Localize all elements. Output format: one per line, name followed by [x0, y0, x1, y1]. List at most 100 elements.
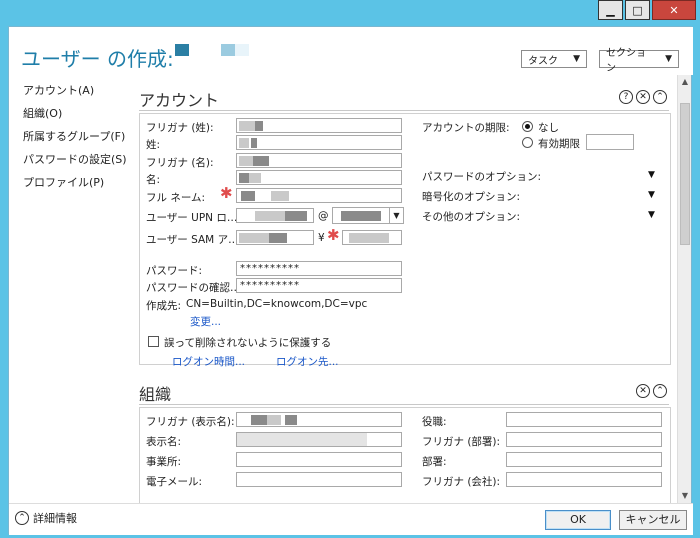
furigana-first-field[interactable] [236, 153, 402, 168]
upn-suffix-dropdown[interactable]: ▼ [332, 207, 404, 224]
required-asterisk-icon: ✱ [327, 226, 340, 244]
redaction-block [241, 191, 255, 201]
furigana-last-label: フリガナ (姓): [146, 122, 214, 134]
password-label: パスワード: [146, 265, 203, 277]
email-label: 電子メール: [146, 476, 203, 488]
collapse-icon[interactable]: ⌃ [653, 384, 667, 398]
header: ユーザー の作成: タスク ▼ セクション ▼ [9, 27, 693, 75]
redaction-block [235, 44, 249, 56]
sam-name-field[interactable] [342, 230, 402, 245]
expand-up-icon: ⌃ [15, 511, 29, 525]
full-name-label: フル ネーム: [146, 192, 206, 204]
created-in-label: 作成先: [146, 300, 182, 312]
account-section-header: アカウント ? ✕ ⌃ [139, 81, 669, 111]
task-label: タスク [528, 55, 558, 67]
scrollbar-thumb[interactable] [680, 103, 690, 245]
vertical-scrollbar[interactable]: ▲ ▼ [677, 75, 691, 503]
password-options-label: パスワードのオプション: [422, 171, 542, 183]
maximize-button[interactable]: □ [625, 0, 650, 20]
password-field[interactable]: ********** [236, 261, 402, 276]
sidebar-item-profile[interactable]: プロファイル(P) [9, 171, 133, 194]
dropdown-arrow-icon: ▼ [665, 54, 672, 64]
full-name-field[interactable] [236, 188, 402, 203]
redaction-block [271, 191, 289, 201]
close-section-icon[interactable]: ✕ [636, 384, 650, 398]
cancel-button[interactable]: キャンセル [619, 510, 687, 530]
office-field[interactable] [236, 452, 402, 467]
redaction-block [251, 138, 257, 148]
redaction-block [285, 415, 297, 425]
logon-to-link[interactable]: ログオン先... [276, 354, 339, 369]
furigana-dept-field[interactable] [506, 432, 662, 447]
display-name-label: 表示名: [146, 436, 182, 448]
title-object-name-redacted [175, 44, 249, 56]
scroll-up-icon[interactable]: ▲ [678, 75, 692, 89]
sidebar: アカウント(A) 組織(O) 所属するグループ(F) パスワードの設定(S) プ… [9, 75, 133, 503]
last-name-field[interactable] [236, 135, 402, 150]
collapse-icon[interactable]: ⌃ [653, 90, 667, 104]
job-title-field[interactable] [506, 412, 662, 427]
furigana-last-field[interactable] [236, 118, 402, 133]
details-toggle[interactable]: ⌃ 詳細情報 [15, 510, 77, 526]
sidebar-item-member-of[interactable]: 所属するグループ(F) [9, 125, 133, 148]
last-name-label: 姓: [146, 139, 161, 151]
furigana-company-field[interactable] [506, 472, 662, 487]
expiry-date-field[interactable] [586, 134, 634, 150]
ok-button[interactable]: OK [545, 510, 611, 530]
page-title: ユーザー の作成: [21, 47, 174, 71]
department-field[interactable] [506, 452, 662, 467]
display-name-field[interactable] [236, 432, 402, 447]
change-link[interactable]: 変更... [190, 314, 221, 329]
help-icon[interactable]: ? [619, 90, 633, 104]
department-label: 部署: [422, 456, 447, 468]
main-content: アカウント ? ✕ ⌃ フリガナ (姓): 姓: フリガナ (名): 名: フル… [135, 75, 677, 503]
footer: ⌃ 詳細情報 OK キャンセル [9, 503, 693, 535]
sam-label: ユーザー SAM ア… [146, 234, 239, 246]
confirm-password-label: パスワードの確認… [146, 282, 241, 294]
redaction-block [239, 138, 249, 148]
task-dropdown[interactable]: タスク ▼ [521, 50, 587, 68]
other-options-label: その他のオプション: [422, 211, 521, 223]
section-dropdown[interactable]: セクション ▼ [599, 48, 679, 74]
expand-arrow-icon[interactable]: ▼ [648, 170, 655, 180]
close-section-icon[interactable]: ✕ [636, 90, 650, 104]
upn-prefix-field[interactable] [236, 208, 314, 223]
redaction-block [285, 211, 307, 221]
redaction-block [237, 433, 367, 446]
confirm-password-field[interactable]: ********** [236, 278, 402, 293]
expand-arrow-icon[interactable]: ▼ [648, 190, 655, 200]
scroll-down-icon[interactable]: ▼ [678, 489, 692, 503]
office-label: 事業所: [146, 456, 182, 468]
dropdown-arrow-icon[interactable]: ▼ [389, 208, 403, 223]
logon-hours-link[interactable]: ログオン時間... [172, 354, 245, 369]
sidebar-item-password-settings[interactable]: パスワードの設定(S) [9, 148, 133, 171]
expand-arrow-icon[interactable]: ▼ [648, 210, 655, 220]
organization-section-title: 組織 [139, 385, 172, 404]
redaction-block [349, 233, 389, 243]
dropdown-arrow-icon: ▼ [573, 54, 580, 64]
sam-domain-field[interactable] [236, 230, 314, 245]
redaction-block [253, 156, 269, 166]
expiry-label: アカウントの期限: [422, 122, 510, 134]
protect-checkbox[interactable] [148, 336, 159, 347]
first-name-field[interactable] [236, 170, 402, 185]
furigana-display-field[interactable] [236, 412, 402, 427]
expiry-date-radio[interactable] [522, 137, 533, 148]
minimize-button[interactable]: ▁ [598, 0, 623, 20]
redaction-block [269, 233, 287, 243]
details-label: 詳細情報 [33, 512, 77, 525]
account-section-controls: ? ✕ ⌃ [616, 90, 667, 104]
sidebar-item-account[interactable]: アカウント(A) [9, 79, 133, 102]
close-button[interactable]: ✕ [652, 0, 696, 20]
sidebar-item-organization[interactable]: 組織(O) [9, 102, 133, 125]
furigana-first-label: フリガナ (名): [146, 157, 214, 169]
redaction-block [189, 44, 221, 54]
close-icon: ✕ [669, 3, 679, 17]
expiry-never-radio[interactable] [522, 121, 533, 132]
email-field[interactable] [236, 472, 402, 487]
furigana-display-label: フリガナ (表示名): [146, 416, 235, 428]
organization-section-controls: ✕ ⌃ [633, 384, 667, 398]
minimize-icon: ▁ [606, 3, 615, 17]
job-title-label: 役職: [422, 416, 447, 428]
redaction-block [267, 415, 281, 425]
